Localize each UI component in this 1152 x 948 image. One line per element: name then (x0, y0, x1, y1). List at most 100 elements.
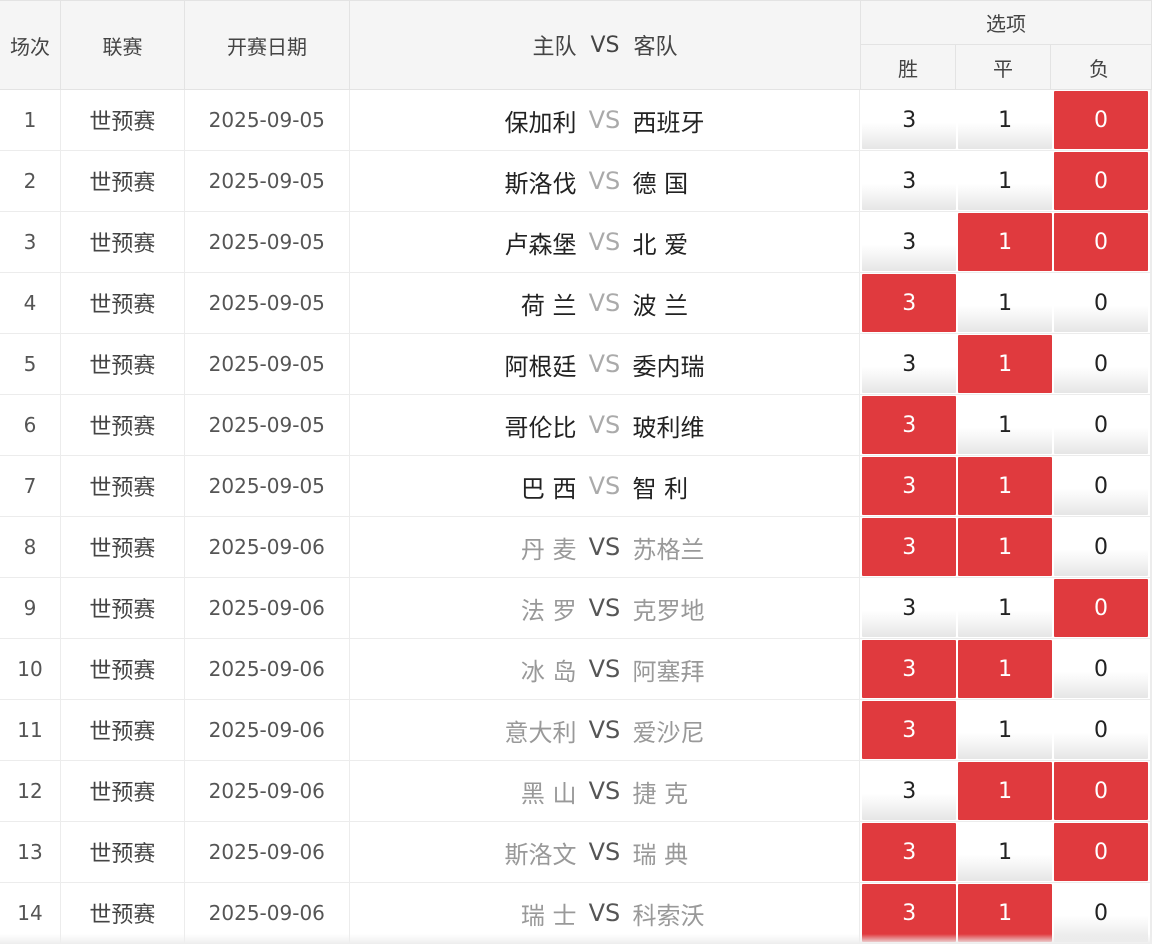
vs-label: VS (588, 167, 621, 195)
option-lose-button[interactable]: 0 (1054, 396, 1149, 454)
option-win-button[interactable]: 3 (862, 579, 957, 637)
vs-label: VS (588, 655, 621, 683)
home-team: 巴 西 (520, 474, 577, 503)
option-lose-button[interactable]: 0 (1054, 762, 1149, 820)
option-win-button[interactable]: 3 (862, 640, 957, 698)
option-win-button[interactable]: 3 (862, 518, 957, 576)
option-draw-button[interactable]: 1 (958, 762, 1053, 820)
away-team: 委内瑞 (632, 352, 705, 381)
option-lose-button[interactable]: 0 (1054, 640, 1149, 698)
row-league: 世预赛 (61, 90, 185, 150)
option-draw-button[interactable]: 1 (958, 274, 1053, 332)
row-num: 11 (0, 700, 61, 760)
row-date: 2025-09-06 (185, 578, 350, 638)
row-num: 3 (0, 212, 61, 272)
option-draw-button[interactable]: 1 (958, 579, 1053, 637)
row-num: 6 (0, 395, 61, 455)
header-options-title: 选项 (861, 1, 1151, 45)
table-header: 场次 联赛 开赛日期 主队 VS 客队 选项 胜 平 负 (0, 0, 1152, 90)
option-win-button[interactable]: 3 (862, 701, 957, 759)
header-date: 开赛日期 (185, 1, 350, 89)
vs-label: VS (588, 350, 621, 378)
row-options: 310 (860, 822, 1151, 882)
option-win-button[interactable]: 3 (862, 762, 957, 820)
row-num: 8 (0, 517, 61, 577)
home-team: 阿根廷 (504, 352, 577, 381)
option-lose-button[interactable]: 0 (1054, 457, 1149, 515)
row-options: 310 (860, 212, 1151, 272)
option-lose-button[interactable]: 0 (1054, 579, 1149, 637)
row-options: 310 (860, 456, 1151, 516)
option-draw-button[interactable]: 1 (958, 640, 1053, 698)
bottom-fade (0, 934, 1152, 944)
option-draw-button[interactable]: 1 (958, 518, 1053, 576)
row-date: 2025-09-06 (185, 822, 350, 882)
option-lose-button[interactable]: 0 (1054, 823, 1149, 881)
option-lose-button[interactable]: 0 (1054, 274, 1149, 332)
row-league: 世预赛 (61, 273, 185, 333)
row-options: 310 (860, 517, 1151, 577)
option-lose-button[interactable]: 0 (1054, 152, 1149, 210)
header-match: 主队 VS 客队 (350, 1, 861, 89)
row-date: 2025-09-05 (185, 334, 350, 394)
table-row: 3 世预赛 2025-09-05 卢森堡 VS 北 爱310 (0, 212, 1152, 273)
table-row: 13 世预赛 2025-09-06 斯洛文 VS 瑞 典310 (0, 822, 1152, 883)
option-lose-button[interactable]: 0 (1054, 91, 1149, 149)
option-win-button[interactable]: 3 (862, 213, 957, 271)
header-home: 主队 (532, 35, 577, 60)
row-options: 310 (860, 761, 1151, 821)
vs-label: VS (588, 838, 621, 866)
row-match: 法 罗 VS 克罗地 (350, 578, 861, 638)
option-draw-button[interactable]: 1 (958, 152, 1053, 210)
option-draw-button[interactable]: 1 (958, 91, 1053, 149)
option-win-button[interactable]: 3 (862, 823, 957, 881)
option-win-button[interactable]: 3 (862, 457, 957, 515)
row-options: 310 (860, 395, 1151, 455)
row-date: 2025-09-05 (185, 273, 350, 333)
option-lose-button[interactable]: 0 (1054, 335, 1149, 393)
home-team: 斯洛伐 (504, 169, 577, 198)
table-row: 9 世预赛 2025-09-06 法 罗 VS 克罗地 3 1 0 (0, 578, 1152, 639)
home-team: 哥伦比 (504, 413, 577, 442)
header-league: 联赛 (61, 1, 185, 89)
option-draw-button[interactable]: 1 (958, 457, 1053, 515)
away-team: 科索沃 (632, 901, 705, 930)
row-num: 10 (0, 639, 61, 699)
option-draw-button[interactable]: 1 (958, 213, 1053, 271)
option-win-button[interactable]: 3 (862, 396, 957, 454)
option-lose-button[interactable]: 0 (1054, 213, 1149, 271)
header-vs: VS (590, 32, 620, 58)
home-team: 丹 麦 (520, 535, 577, 564)
table-row: 1 世预赛 2025-09-05 保加利 VS 西班牙 3 1 0 (0, 90, 1152, 151)
away-team: 爱沙尼 (632, 718, 705, 747)
vs-label: VS (588, 899, 621, 927)
header-draw: 平 (956, 45, 1051, 89)
option-lose-button[interactable]: 0 (1054, 701, 1149, 759)
option-win-button[interactable]: 3 (862, 335, 957, 393)
option-draw-button[interactable]: 1 (958, 396, 1053, 454)
option-win-button[interactable]: 3 (862, 91, 957, 149)
row-match: 斯洛文 VS 瑞 典 (350, 822, 861, 882)
option-draw-button[interactable]: 1 (958, 335, 1053, 393)
row-date: 2025-09-06 (185, 761, 350, 821)
home-team: 黑 山 (520, 779, 577, 808)
table-row: 7 世预赛 2025-09-05 巴 西 VS 智 利 310 (0, 456, 1152, 517)
home-team: 意大利 (504, 718, 577, 747)
row-league: 世预赛 (61, 639, 185, 699)
option-draw-button[interactable]: 1 (958, 823, 1053, 881)
row-match: 意大利 VS 爱沙尼 (350, 700, 861, 760)
row-league: 世预赛 (61, 517, 185, 577)
row-league: 世预赛 (61, 151, 185, 211)
match-table: 场次 联赛 开赛日期 主队 VS 客队 选项 胜 平 负 1 世预赛 2025-09… (0, 0, 1152, 944)
home-team: 冰 岛 (520, 657, 577, 686)
option-win-button[interactable]: 3 (862, 274, 957, 332)
option-win-button[interactable]: 3 (862, 152, 957, 210)
row-num: 7 (0, 456, 61, 516)
table-row: 11 世预赛 2025-09-06 意大利 VS 爱沙尼 3 1 0 (0, 700, 1152, 761)
row-options: 310 (860, 151, 1151, 211)
option-lose-button[interactable]: 0 (1054, 518, 1149, 576)
row-date: 2025-09-06 (185, 639, 350, 699)
row-league: 世预赛 (61, 212, 185, 272)
away-team: 瑞 典 (632, 840, 689, 869)
option-draw-button[interactable]: 1 (958, 701, 1053, 759)
